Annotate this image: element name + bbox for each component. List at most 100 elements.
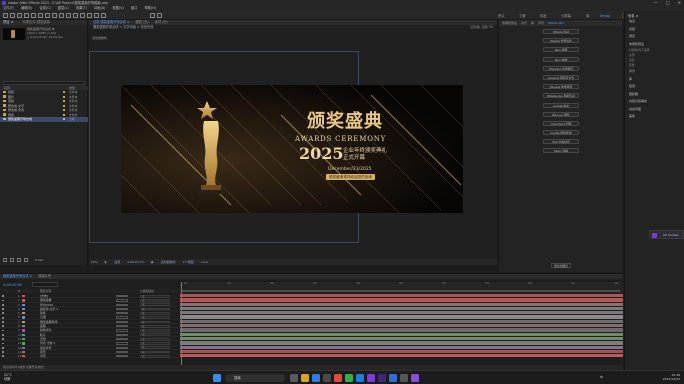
tab-effect-controls[interactable]: 效果控件 颁奖盛典 — [22, 20, 49, 24]
info-header[interactable]: 信息 ≡ — [625, 11, 684, 18]
layer-label-color[interactable] — [22, 316, 25, 319]
bit-depth[interactable]: 8 bpc — [35, 258, 43, 263]
tab-render-queue[interactable]: 渲染队列 — [38, 274, 51, 279]
motion-preset-button[interactable]: Wiggling 位置循环 — [543, 65, 579, 71]
label-color-swatch[interactable] — [63, 109, 65, 112]
roto-brush-tool-icon[interactable] — [94, 13, 99, 18]
hand-tool-icon[interactable] — [17, 13, 22, 18]
layer-label-color[interactable] — [22, 346, 25, 349]
exposure-value[interactable]: +0.0 — [201, 259, 208, 265]
eraser-tool-icon[interactable] — [87, 13, 92, 18]
visibility-eye-icon[interactable] — [2, 342, 4, 345]
panel-list-item[interactable]: 预览 — [625, 33, 684, 41]
visibility-eye-icon[interactable] — [2, 333, 4, 336]
col-layer-name[interactable]: 图层名称 — [40, 289, 51, 293]
edge-browser-icon[interactable] — [312, 374, 320, 382]
label-color-swatch[interactable] — [63, 95, 65, 98]
parent-dropdown[interactable]: 无 — [140, 303, 170, 307]
camera-dropdown[interactable]: 活动摄像机 — [161, 259, 176, 265]
parent-dropdown[interactable]: 无 — [140, 316, 170, 320]
layer-switches[interactable] — [116, 295, 128, 298]
parent-dropdown[interactable]: 无 — [140, 320, 170, 324]
pen-tool-icon[interactable] — [59, 13, 64, 18]
apply-to-layer-button[interactable]: 添加到图层 — [551, 263, 571, 268]
layer-switches[interactable] — [116, 303, 128, 306]
layer-switches[interactable] — [116, 333, 128, 336]
workspace-default[interactable]: 默认 — [498, 13, 505, 19]
snapping-icon[interactable] — [150, 13, 155, 18]
puppet-tool-icon[interactable] — [101, 13, 106, 18]
motion-preset-button[interactable]: Wiggle 位置抖动 — [543, 38, 579, 44]
task-view-icon[interactable] — [290, 374, 298, 382]
weather-widget[interactable]: 22°C 晴朗 — [4, 373, 12, 381]
visibility-eye-icon[interactable] — [2, 295, 4, 298]
visibility-eye-icon[interactable] — [2, 346, 4, 349]
motion-preset-button[interactable]: Inertia 惯性缓冲 — [543, 130, 579, 136]
workspace-small-screen[interactable]: 小屏幕 — [561, 13, 571, 19]
layer-switches[interactable] — [116, 325, 128, 328]
app-icon-gray[interactable] — [400, 374, 408, 382]
visibility-eye-icon[interactable] — [2, 325, 4, 328]
tab-character[interactable]: 字符 — [538, 20, 544, 26]
layer-switches[interactable] — [116, 346, 128, 349]
layer-switches[interactable] — [116, 342, 128, 345]
motion-preset-button[interactable]: Wiggle 抖动 — [543, 29, 579, 34]
clone-stamp-tool-icon[interactable] — [80, 13, 85, 18]
delete-icon[interactable] — [24, 258, 28, 262]
motion-preset-button[interactable]: Sway 摇摆 — [543, 148, 579, 154]
breadcrumb-path[interactable]: 颁奖盛典开场合成 < 文字动画 < 背景光效 — [93, 25, 153, 29]
label-color-swatch[interactable] — [63, 118, 65, 121]
label-color-swatch[interactable] — [63, 104, 65, 107]
tab-align[interactable]: 对齐 — [521, 20, 527, 26]
zoom-dropdown[interactable]: 50% — [91, 259, 98, 265]
tab-timeline-comp[interactable]: 颁奖盛典开场合成 ≡ — [3, 274, 32, 279]
work-area-bar[interactable] — [182, 290, 620, 292]
chrome-icon[interactable] — [334, 374, 342, 382]
selection-tool-icon[interactable] — [10, 13, 15, 18]
label-color-swatch[interactable] — [63, 100, 65, 103]
layer-duration-bar[interactable] — [180, 354, 623, 359]
parent-dropdown[interactable]: 无 — [140, 299, 170, 302]
workspace-standard[interactable]: 标准 — [540, 13, 547, 19]
visibility-eye-icon[interactable] — [2, 312, 4, 315]
layer-switches[interactable] — [116, 312, 128, 315]
wechat-icon[interactable] — [345, 374, 353, 382]
tab-libraries[interactable]: 库 — [531, 20, 534, 26]
camera-tool-icon[interactable] — [38, 13, 43, 18]
motion-preset-button[interactable]: Spin 旋转 — [543, 47, 579, 53]
motion-preset-button[interactable]: Overshoot 回弹 — [543, 120, 579, 126]
label-color-swatch[interactable] — [63, 113, 65, 116]
layer-label-color[interactable] — [22, 307, 25, 311]
motion-preset-button[interactable]: Bounce 弹性 — [543, 111, 579, 117]
parent-dropdown[interactable]: 无 — [140, 311, 170, 315]
workspace-libraries[interactable]: 库 — [586, 13, 589, 19]
file-explorer-icon[interactable] — [301, 374, 309, 382]
visibility-eye-icon[interactable] — [2, 308, 4, 310]
parent-dropdown[interactable]: 无 — [140, 333, 170, 337]
layer-label-color[interactable] — [22, 299, 25, 302]
parent-dropdown[interactable]: 无 — [140, 354, 170, 358]
app-icon-purple[interactable] — [411, 374, 419, 382]
motion-preset-button[interactable]: Valueat 属性循环 — [543, 84, 579, 90]
panel-list-item[interactable]: 跟踪器 — [625, 91, 684, 99]
premiere-icon[interactable] — [367, 374, 375, 382]
pan-behind-tool-icon[interactable] — [45, 13, 50, 18]
home-icon[interactable] — [3, 13, 8, 18]
resolution-dropdown[interactable]: 完整 — [114, 259, 120, 265]
panel-list-item[interactable]: 效果和预设 — [625, 41, 684, 49]
layer-switches[interactable] — [116, 337, 128, 341]
layer-label-color[interactable] — [22, 355, 25, 358]
motion-preset-button[interactable]: Loopout 循环表达式 — [543, 74, 579, 80]
layer-label-color[interactable] — [22, 342, 25, 345]
tab-motion-bro[interactable]: Motion Bro — [548, 20, 564, 26]
renderer-label[interactable]: 渲染器: 经典 3D — [470, 25, 493, 30]
visibility-eye-icon[interactable] — [2, 355, 4, 358]
workspace-learn[interactable]: 了解 — [519, 13, 526, 19]
layer-search-input[interactable] — [32, 282, 58, 287]
timeline-timecode[interactable]: 0:00:00:00 — [3, 283, 22, 287]
col-parent[interactable]: 父级和链接 — [140, 289, 154, 293]
interpret-footage-icon[interactable] — [3, 258, 7, 262]
layer-switches[interactable] — [116, 299, 128, 302]
layer-switches[interactable] — [116, 350, 128, 354]
panel-list-item[interactable]: 库 — [625, 76, 684, 84]
